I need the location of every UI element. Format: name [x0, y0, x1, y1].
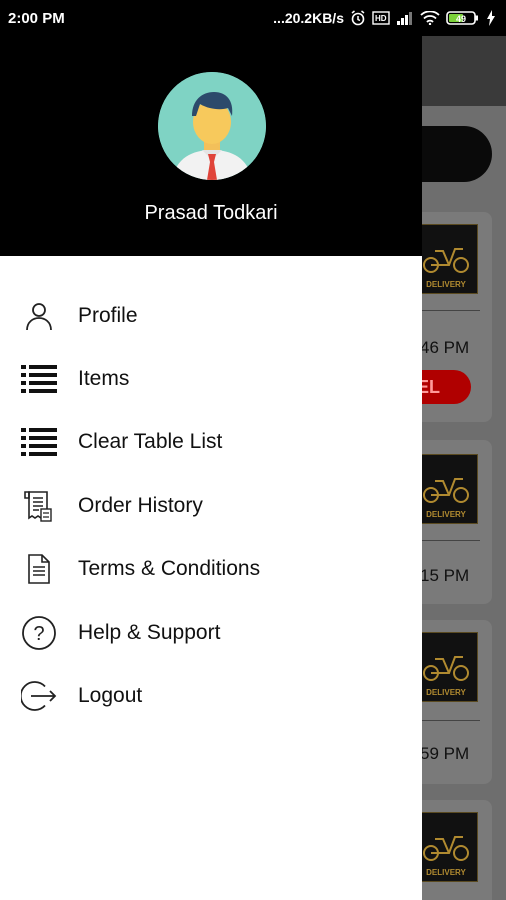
order-time: 46 PM: [420, 338, 470, 357]
user-avatar-icon: [158, 72, 266, 180]
person-icon: [20, 297, 58, 335]
avatar[interactable]: [158, 72, 266, 180]
order-time: 15 PM: [420, 566, 470, 585]
document-icon: [20, 550, 58, 588]
svg-text:?: ?: [33, 623, 44, 645]
scooter-icon: [423, 656, 469, 681]
menu-item-label: Order History: [78, 493, 203, 517]
signal-icon: [396, 11, 414, 25]
menu-item-label: Help & Support: [78, 620, 221, 644]
status-time: 2:00 PM: [8, 9, 65, 27]
drawer-header: Prasad Todkari: [0, 36, 422, 256]
list-icon: [20, 423, 58, 461]
scooter-icon: [423, 836, 469, 861]
status-icons: ...20.2KB/s HD 49: [273, 10, 496, 26]
divider: [420, 720, 480, 721]
receipt-icon: [20, 487, 58, 525]
user-name: Prasad Todkari: [144, 202, 278, 224]
menu-item-order-history[interactable]: Order History: [0, 474, 422, 537]
menu-item-logout[interactable]: Logout: [0, 664, 422, 727]
scooter-icon: [423, 478, 469, 503]
menu-item-label: Clear Table List: [78, 430, 223, 454]
menu-item-label: Terms & Conditions: [78, 557, 261, 581]
menu-item-terms-conditions[interactable]: Terms & Conditions: [0, 538, 422, 601]
alarm-icon: [350, 10, 366, 26]
status-bar: 2:00 PM ...20.2KB/s HD 49: [0, 0, 506, 36]
battery-level: 49: [456, 14, 466, 24]
network-speed: ...20.2KB/s: [273, 10, 344, 26]
divider: [420, 310, 480, 311]
scooter-icon: [423, 248, 469, 273]
logout-icon: [20, 677, 58, 715]
order-time: 59 PM: [420, 744, 470, 763]
menu-item-items[interactable]: Items: [0, 347, 422, 410]
divider: [420, 540, 480, 541]
menu-item-label: Logout: [78, 684, 143, 708]
list-icon: [20, 360, 58, 398]
svg-text:HD: HD: [375, 14, 387, 23]
navigation-drawer: Prasad Todkari Profile Items Clear Table…: [0, 36, 422, 900]
menu-item-help-support[interactable]: ? Help & Support: [0, 601, 422, 664]
menu-item-profile[interactable]: Profile: [0, 284, 422, 347]
data-box-icon: HD: [372, 11, 390, 25]
wifi-icon: [420, 11, 440, 25]
battery-icon: 49: [446, 10, 480, 26]
menu-item-clear-table-list[interactable]: Clear Table List: [0, 411, 422, 474]
menu-item-label: Profile: [78, 303, 138, 327]
charging-icon: [486, 10, 496, 26]
menu-item-label: Items: [78, 367, 130, 391]
help-icon: ?: [20, 614, 58, 652]
drawer-menu: Profile Items Clear Table List Order His…: [0, 256, 422, 728]
